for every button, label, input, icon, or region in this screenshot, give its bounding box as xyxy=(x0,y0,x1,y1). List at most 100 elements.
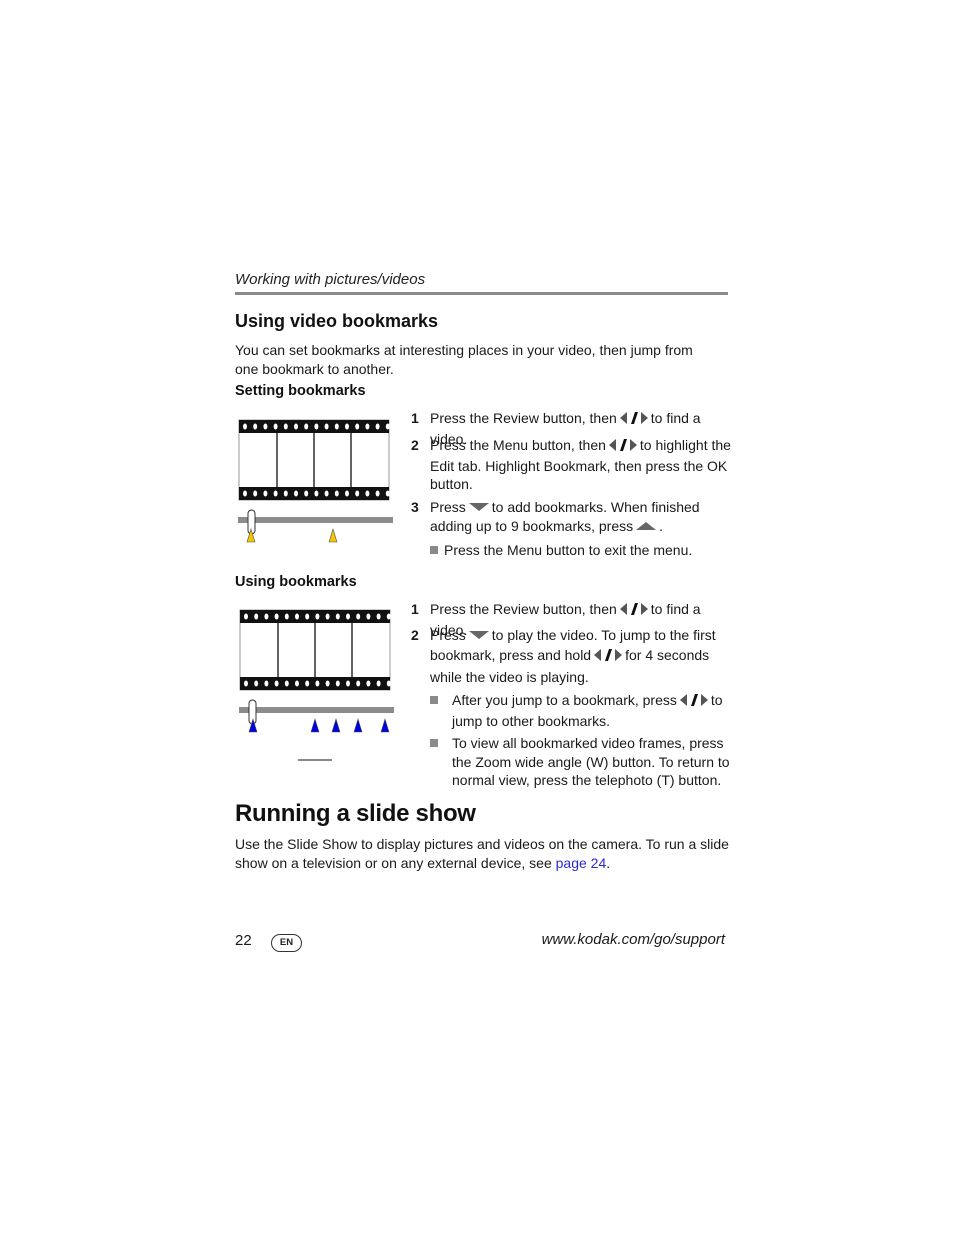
running-head: Working with pictures/videos xyxy=(235,271,426,288)
page-24-link[interactable]: page 24 xyxy=(556,855,607,871)
perforation-hole xyxy=(254,613,259,620)
perforation-hole xyxy=(305,613,310,620)
perforation-hole xyxy=(375,490,380,497)
perforation-hole xyxy=(386,613,391,620)
using-bullet-1: After you jump to a bookmark, press to ju… xyxy=(430,691,730,730)
perforation-hole xyxy=(346,680,350,687)
perforation-hole xyxy=(244,613,248,620)
perforation-hole xyxy=(386,680,391,687)
perforation-hole xyxy=(284,680,289,687)
perforation-hole xyxy=(243,423,247,430)
perforation-hole xyxy=(376,680,381,687)
progress-track xyxy=(239,707,394,713)
bookmark-marker xyxy=(353,717,363,733)
left-right-arrows-icon xyxy=(594,647,623,667)
perforation-hole xyxy=(365,423,370,430)
perforation-hole xyxy=(355,490,360,497)
slideshow-paragraph: Use the Slide Show to display pictures a… xyxy=(235,835,730,872)
perforation-hole xyxy=(264,680,269,687)
perforation-hole xyxy=(365,490,370,497)
down-arrow-icon xyxy=(468,625,489,645)
perforation-hole xyxy=(345,490,349,497)
perforation-hole xyxy=(346,613,350,620)
perforation-hole xyxy=(283,423,288,430)
perforation-hole xyxy=(274,613,279,620)
bookmark-marker xyxy=(310,717,320,733)
left-right-arrows-icon xyxy=(619,411,648,430)
page-number: 22 xyxy=(235,932,252,949)
section-title-slideshow: Running a slide show xyxy=(235,800,476,827)
perforation-hole xyxy=(273,490,278,497)
perforation-hole xyxy=(263,490,268,497)
perforation-hole xyxy=(375,423,380,430)
left-right-arrows-icon xyxy=(619,602,648,621)
perforation-hole xyxy=(305,680,310,687)
perforation-hole xyxy=(295,613,299,620)
bullet-square-icon xyxy=(430,546,438,554)
perforation-hole xyxy=(243,490,247,497)
perforation-hole xyxy=(325,613,330,620)
bookmark-marker xyxy=(328,527,338,543)
perforation-hole xyxy=(356,613,361,620)
perforation-hole xyxy=(385,423,390,430)
perforation-hole xyxy=(335,613,340,620)
step-number: 1 xyxy=(411,601,419,617)
perforation-hole xyxy=(254,680,259,687)
language-badge: EN xyxy=(271,934,302,952)
perforation-hole xyxy=(273,423,278,430)
perforation-hole xyxy=(345,423,349,430)
left-right-arrows-icon xyxy=(679,693,708,712)
perforation-hole xyxy=(315,680,320,687)
header-rule xyxy=(235,292,728,295)
down-arrow-icon xyxy=(468,498,489,517)
bullet-text: After you jump to a bookmark, press xyxy=(452,692,677,708)
left-right-arrows-icon xyxy=(608,438,637,457)
perforation-hole xyxy=(366,680,371,687)
bullet-text: Press the Menu button to exit the menu. xyxy=(444,542,693,558)
perforation-hole xyxy=(335,680,340,687)
step-number: 2 xyxy=(411,627,419,643)
perforation-hole xyxy=(315,613,320,620)
section-title-bookmarks: Using video bookmarks xyxy=(235,311,439,331)
setting-bullet: Press the Menu button to exit the menu. xyxy=(430,541,692,560)
up-arrow-icon xyxy=(636,517,657,536)
perforation-hole xyxy=(253,423,258,430)
perforation-hole xyxy=(244,680,248,687)
bullet-square-icon xyxy=(430,739,438,747)
subheading-setting-bookmarks: Setting bookmarks xyxy=(235,383,366,399)
perforation-hole xyxy=(325,680,330,687)
perforation-hole xyxy=(294,490,298,497)
step-number: 3 xyxy=(411,499,419,515)
intro-paragraph: You can set bookmarks at interesting pla… xyxy=(235,342,693,377)
perforation-hole xyxy=(274,680,279,687)
step-text: Press the Review button, then xyxy=(430,601,617,617)
setting-step-3: 3 Press to add bookmarks. When finished a… xyxy=(411,498,736,535)
perforation-hole xyxy=(366,613,371,620)
step-text: Press the Menu button, then xyxy=(430,437,606,453)
step-number: 1 xyxy=(411,410,419,426)
progress-track xyxy=(238,517,393,523)
perforation-hole xyxy=(324,423,329,430)
perforation-hole xyxy=(253,490,258,497)
step-text: Press the Review button, then xyxy=(430,410,617,426)
perforation-hole xyxy=(314,490,319,497)
step-text: Press xyxy=(430,499,466,515)
perforation-hole xyxy=(324,490,329,497)
step-number: 2 xyxy=(411,437,419,453)
subheading-using-bookmarks: Using bookmarks xyxy=(235,574,357,590)
perforation-hole xyxy=(283,490,288,497)
perforation-hole xyxy=(334,423,339,430)
using-step-2: 2 Press to play the video. To jump to the… xyxy=(411,625,736,687)
bookmark-marker xyxy=(380,717,390,733)
perforation-hole xyxy=(355,423,360,430)
setting-step-2: 2 Press the Menu button, then to highligh… xyxy=(411,436,736,494)
bullet-text: To view all bookmarked video frames, pre… xyxy=(452,735,730,788)
perforation-hole xyxy=(263,423,268,430)
perforation-hole xyxy=(376,613,381,620)
support-url: www.kodak.com/go/support xyxy=(541,931,725,948)
perforation-hole xyxy=(304,423,309,430)
perforation-hole xyxy=(334,490,339,497)
perforation-hole xyxy=(264,613,269,620)
step-text: Press xyxy=(430,627,466,643)
perforation-hole xyxy=(294,423,298,430)
